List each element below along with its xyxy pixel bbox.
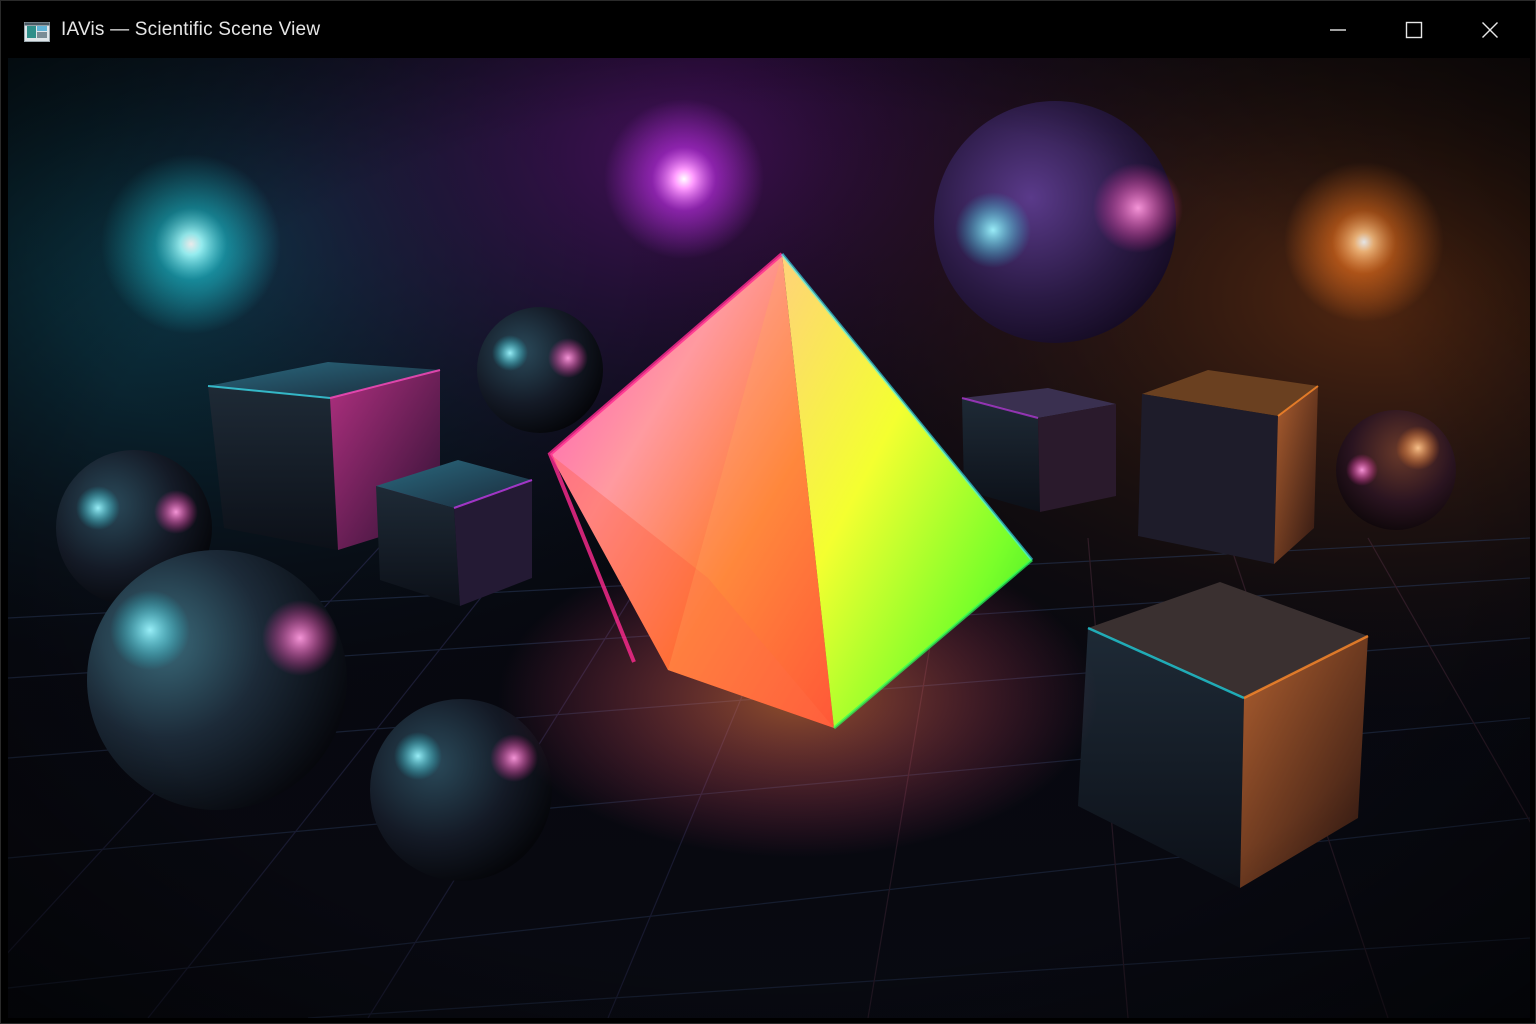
window-title: IAVis — Scientific Scene View — [61, 19, 321, 40]
minimize-icon — [1329, 21, 1347, 39]
vignette-overlay — [8, 58, 1530, 1018]
app-window: IAVis — Scientific Scene View — [0, 0, 1536, 1024]
scene-canvas — [8, 58, 1530, 1018]
scene-viewport[interactable] — [8, 58, 1530, 1018]
close-icon — [1481, 21, 1499, 39]
minimize-button[interactable] — [1300, 1, 1376, 58]
maximize-icon — [1405, 21, 1423, 39]
maximize-button[interactable] — [1376, 1, 1452, 58]
app-window-icon — [24, 22, 50, 42]
title-bar[interactable]: IAVis — Scientific Scene View — [1, 1, 1535, 58]
close-button[interactable] — [1452, 1, 1528, 58]
